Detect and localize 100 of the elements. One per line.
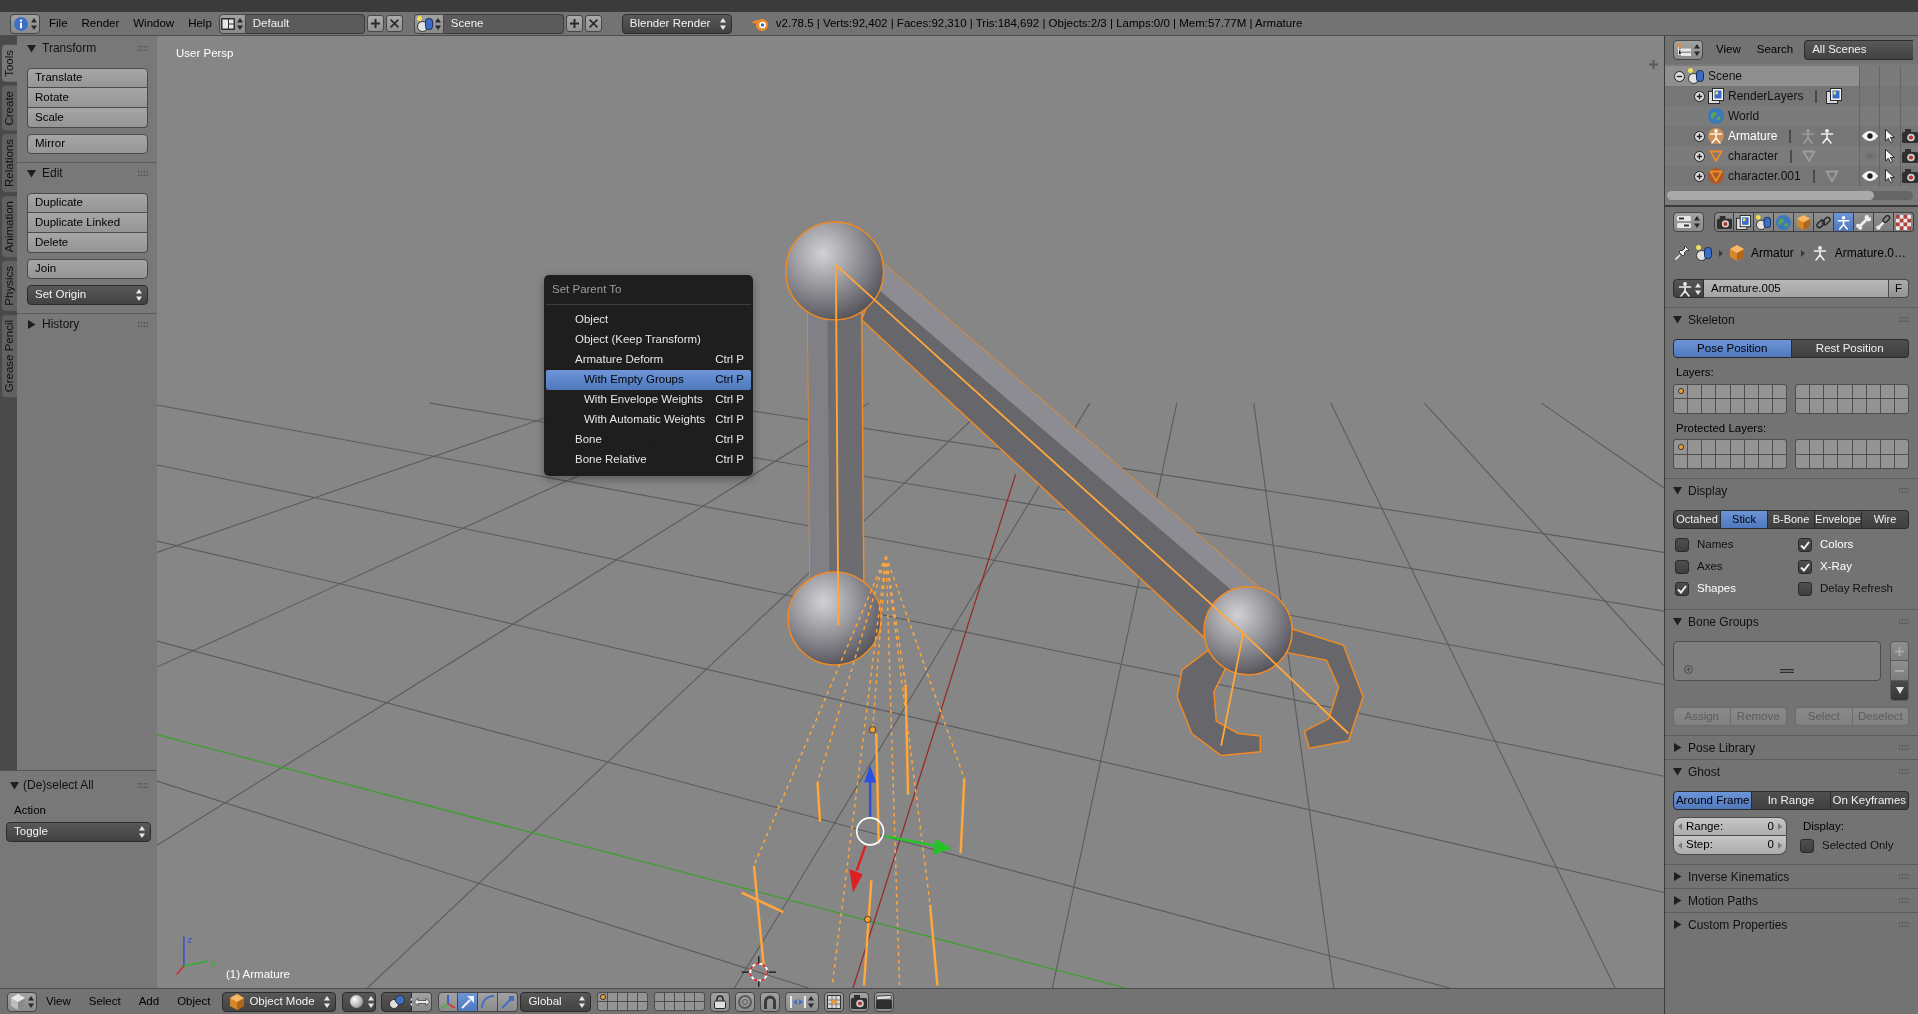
layer-toggle[interactable] <box>1758 384 1772 398</box>
checkbox[interactable] <box>1675 538 1689 552</box>
manipulator-toggle[interactable] <box>478 991 499 1012</box>
render-animation-button[interactable] <box>874 991 895 1012</box>
panel-title[interactable]: Transform <box>42 42 97 54</box>
sidebar-tab[interactable]: Animation <box>2 196 17 258</box>
properties-tab[interactable] <box>1894 212 1914 232</box>
layer-toggle[interactable] <box>1824 440 1838 454</box>
layout-field[interactable]: Default <box>245 13 365 34</box>
lock-button[interactable] <box>710 991 731 1012</box>
disclosure-triangle-icon[interactable] <box>1673 920 1682 929</box>
panel-title[interactable]: Inverse Kinematics <box>1688 870 1790 883</box>
layer-toggle[interactable] <box>1702 454 1716 468</box>
menu-item[interactable]: Window <box>126 13 182 34</box>
layer-toggle[interactable] <box>1852 384 1866 398</box>
layer-toggle[interactable] <box>1880 384 1894 398</box>
scrollbar[interactable] <box>1667 191 1913 200</box>
panel-title[interactable]: Edit <box>42 167 63 179</box>
layer-toggle[interactable] <box>1772 454 1786 468</box>
layer-toggle[interactable] <box>1852 454 1866 468</box>
expand-icon[interactable] <box>1694 90 1705 102</box>
render-engine-dropdown[interactable]: Blender Render <box>621 13 732 34</box>
layout-button[interactable] <box>218 13 246 34</box>
layer-toggle[interactable] <box>695 1002 705 1010</box>
properties-tab[interactable] <box>1834 212 1854 232</box>
manipulator-toggle[interactable] <box>438 991 459 1012</box>
toggle-button[interactable]: Octahed <box>1673 510 1721 529</box>
layer-toggle[interactable] <box>618 1002 628 1010</box>
panel-title[interactable]: Pose Library <box>1688 741 1756 754</box>
layer-toggle[interactable] <box>598 993 608 1001</box>
layer-toggle[interactable] <box>1852 399 1866 413</box>
tool-button[interactable]: Mirror <box>27 134 148 154</box>
expand-icon[interactable] <box>1694 130 1705 142</box>
layer-toggle[interactable] <box>598 1002 608 1010</box>
disclosure-triangle-icon[interactable] <box>1673 617 1682 626</box>
tool-button[interactable]: Delete <box>27 233 148 253</box>
cursor-arrow-icon[interactable] <box>1885 129 1895 143</box>
layer-toggle[interactable] <box>1894 454 1908 468</box>
layer-toggle[interactable] <box>1824 384 1838 398</box>
dropdown[interactable]: Set Origin <box>27 285 148 305</box>
layer-toggle[interactable] <box>1838 399 1852 413</box>
eye-icon[interactable] <box>1861 131 1878 141</box>
add-button[interactable] <box>1890 641 1909 661</box>
layer-toggle[interactable] <box>1688 399 1702 413</box>
layer-toggle[interactable] <box>1824 399 1838 413</box>
checkbox[interactable] <box>1675 560 1689 574</box>
layer-toggle[interactable] <box>1730 454 1744 468</box>
panel-title[interactable]: History <box>42 318 80 330</box>
disclosure-triangle-icon[interactable] <box>27 319 36 329</box>
layer-toggle[interactable] <box>1796 454 1810 468</box>
toggle-button[interactable]: Stick <box>1721 510 1768 529</box>
layer-toggle[interactable] <box>1810 384 1824 398</box>
toggle-button[interactable]: B-Bone <box>1768 510 1815 529</box>
layer-toggle[interactable] <box>655 1002 665 1010</box>
layer-toggle[interactable] <box>628 1002 638 1010</box>
layer-toggle[interactable] <box>1716 454 1730 468</box>
tool-button[interactable]: Scale <box>27 108 148 128</box>
layer-toggle[interactable] <box>1716 384 1730 398</box>
tool-button[interactable]: Duplicate Linked <box>27 213 148 233</box>
toggle-button[interactable]: Wire <box>1862 510 1909 529</box>
layer-toggle[interactable] <box>1730 384 1744 398</box>
layer-toggle[interactable] <box>608 1002 618 1010</box>
layer-toggle[interactable] <box>1744 399 1758 413</box>
layer-toggle[interactable] <box>1824 454 1838 468</box>
checkbox[interactable] <box>1798 560 1812 574</box>
layer-toggle[interactable] <box>1796 384 1810 398</box>
layer-toggle[interactable] <box>1744 384 1758 398</box>
layer-toggle[interactable] <box>1772 384 1786 398</box>
add-button[interactable] <box>366 15 384 32</box>
properties-tab[interactable] <box>1754 212 1774 232</box>
layer-toggle[interactable] <box>1880 440 1894 454</box>
sidebar-tab[interactable]: Relations <box>2 134 17 193</box>
plus-icon[interactable] <box>1649 60 1658 69</box>
menu-item[interactable]: Render <box>74 13 127 34</box>
outliner-row[interactable]: Armature <box>1665 126 1918 146</box>
layer-toggle[interactable] <box>1894 399 1908 413</box>
toggle-button[interactable]: Envelope <box>1815 510 1862 529</box>
checkbox[interactable] <box>1798 582 1812 596</box>
layer-toggle[interactable] <box>1866 454 1880 468</box>
outliner-row[interactable]: character.001 <box>1665 166 1918 186</box>
toggle-button[interactable]: On Keyframes <box>1830 791 1909 810</box>
layer-toggle[interactable] <box>618 993 628 1001</box>
disclosure-triangle-icon[interactable] <box>1673 486 1682 495</box>
layer-toggle[interactable] <box>685 993 695 1001</box>
layer-toggle[interactable] <box>1688 454 1702 468</box>
layer-toggle[interactable] <box>1838 440 1852 454</box>
toggle-button[interactable]: In Range <box>1752 791 1831 810</box>
menu-item[interactable]: With Empty Groups Ctrl P <box>546 369 751 390</box>
scene-field[interactable]: Scene <box>443 13 564 34</box>
render-button[interactable] <box>849 991 870 1012</box>
disclosure-triangle-icon[interactable] <box>1673 767 1682 776</box>
manipulator-toggle[interactable] <box>458 991 479 1012</box>
menu-button[interactable] <box>1890 681 1909 701</box>
menu-item[interactable]: Search <box>1748 40 1802 60</box>
checkbox[interactable] <box>1800 838 1814 853</box>
fake-user-button[interactable]: F <box>1889 279 1909 298</box>
close-button[interactable] <box>385 15 403 32</box>
layer-toggle[interactable] <box>1880 399 1894 413</box>
checkbox[interactable] <box>1675 582 1689 596</box>
sidebar-tab[interactable]: Create <box>2 85 17 131</box>
